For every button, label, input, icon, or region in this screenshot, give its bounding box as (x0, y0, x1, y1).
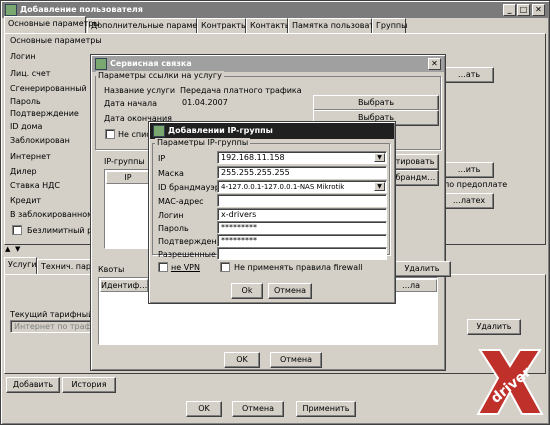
add-button[interactable]: Добавить (6, 377, 60, 393)
label-generated-password: Сгенерированный пароль (10, 84, 92, 93)
mac-field[interactable] (217, 194, 387, 207)
ip-field[interactable]: 192.168.11.158 ▼ (217, 151, 387, 164)
service-cancel-button[interactable]: Отмена (270, 352, 322, 368)
start-date-field[interactable]: 01.04.2007 (178, 96, 312, 109)
login-label: Логин (158, 211, 184, 220)
main-ok-button[interactable]: OK (186, 401, 222, 417)
driver-watermark: driver (472, 342, 548, 422)
tariff-delete-button[interactable]: Удалить (467, 319, 521, 335)
mask-field[interactable]: 255.255.255.255 (217, 166, 387, 179)
tab-extra-params[interactable]: Дополнительные параметры (87, 18, 213, 33)
main-right-button-3[interactable]: …латех (444, 193, 494, 209)
service-group-title: Параметры ссылки на услугу (96, 71, 224, 80)
fw-dropdown-arrow-icon[interactable]: ▼ (374, 182, 385, 191)
history-button[interactable]: История (62, 377, 116, 393)
cid-field[interactable] (217, 247, 387, 260)
mac-label: MAC-адрес (158, 197, 204, 206)
ip-groups-label: IP-группы (104, 157, 145, 166)
label-unlimited: Безлимитный режим (27, 226, 93, 235)
fw-id-value: 4-127.0.0.1-127.0.0.1-NAS Mikrotik (221, 183, 345, 191)
no-fw-rules-checkbox[interactable] (220, 262, 230, 272)
fw-id-field[interactable]: 4-127.0.0.1-127.0.0.1-NAS Mikrotik ▼ (217, 180, 387, 193)
quota-delete-button[interactable]: Удалить (393, 261, 451, 277)
service-titlebar: Сервисная связка ✕ (92, 56, 444, 72)
label-prepayment: по предоплате (444, 180, 508, 189)
tariff-field[interactable]: Интернет по трафику (10, 320, 96, 333)
service-close-button[interactable]: ✕ (428, 58, 441, 70)
main-right-button-2[interactable]: …ить (444, 162, 494, 178)
password-field[interactable]: ********* (217, 221, 387, 234)
quota-id-column-header[interactable]: Идентиф… (100, 279, 148, 292)
tab-user-memo[interactable]: Памятка пользователя (288, 18, 389, 33)
ip-value: 192.168.11.158 (221, 153, 285, 162)
label-login: Логин (10, 52, 36, 61)
no-fw-rules-label: Не применять правила firewall (234, 263, 363, 272)
label-internet: Интернет (10, 152, 51, 161)
label-password: Пароль (10, 97, 41, 106)
not-vpn-checkbox[interactable] (158, 262, 168, 272)
ip-column-header[interactable]: IP (106, 171, 150, 184)
mask-label: Маска (158, 169, 184, 178)
label-current-tariff: Текущий тарифный план (10, 310, 96, 319)
confirm-field[interactable]: ********* (217, 234, 387, 247)
maximize-button[interactable]: □ (517, 4, 530, 16)
splitter-up-arrow-icon[interactable]: ▲ (5, 245, 10, 253)
main-tabstrip: Основные параметры Дополнительные параме… (4, 16, 544, 34)
service-title: Сервисная связка (110, 59, 192, 68)
main-cancel-button[interactable]: Отмена (232, 401, 284, 417)
ipgroup-cancel-button[interactable]: Отмена (268, 283, 312, 299)
start-date-label: Дата начала (104, 99, 158, 108)
ipgroup-group-title: Параметры IP-группы (155, 138, 251, 147)
minimize-button[interactable]: _ (503, 4, 516, 16)
label-vat: Ставка НДС (10, 181, 60, 190)
ipgroup-title: Добавлении IP-группы (168, 126, 273, 135)
app-icon (5, 4, 17, 16)
fw-id-label: ID брандмауэра (158, 183, 225, 192)
unlimited-checkbox[interactable] (12, 225, 22, 235)
tab-tech-params[interactable]: Технич. параметры (37, 259, 97, 274)
ipgroup-titlebar: Добавлении IP-группы (150, 123, 394, 139)
main-right-button-1[interactable]: …ать (444, 67, 494, 83)
tab-main-params[interactable]: Основные параметры (4, 16, 100, 33)
label-house-id: ID дома (10, 122, 43, 131)
tab-groups[interactable]: Группы (372, 18, 407, 33)
label-dealer: Дилер (10, 167, 37, 176)
main-apply-button[interactable]: Применить (296, 401, 356, 417)
service-ok-button[interactable]: OK (224, 352, 260, 368)
login-field[interactable]: x-drivers (217, 208, 387, 221)
ip-dropdown-arrow-icon[interactable]: ▼ (374, 153, 385, 162)
no-list-checkbox[interactable] (105, 129, 115, 139)
tab-services[interactable]: Услуги (4, 257, 37, 274)
start-select-button[interactable]: Выбрать (313, 95, 439, 111)
service-name-value: Передача платного трафика (180, 86, 302, 95)
quotas-label: Квоты (98, 265, 125, 274)
password-label: Пароль (158, 224, 189, 233)
close-button[interactable]: ✕ (532, 4, 545, 16)
tab-contracts[interactable]: Контракты (197, 18, 247, 33)
ipgroup-ok-button[interactable]: Ok (231, 283, 263, 299)
tab-contacts[interactable]: Контакты (246, 18, 291, 33)
label-blocked-state: В заблокированном состоянии (10, 210, 92, 219)
label-confirm: Подтверждение (10, 109, 79, 118)
service-icon (95, 58, 107, 70)
service-name-label: Название услуги (104, 86, 176, 95)
label-account: Лиц. счет (10, 69, 51, 78)
main-title: Добавление пользователя (20, 5, 143, 14)
label-blocked: Заблокирован (10, 136, 70, 145)
watermark-x-logo-icon: driver (476, 349, 544, 415)
splitter-down-arrow-icon[interactable]: ▼ (15, 245, 20, 253)
main-group-title: Основные параметры (10, 36, 102, 45)
not-vpn-label: не VPN (171, 263, 200, 272)
ip-label: IP (158, 154, 166, 163)
ipgroup-icon (153, 125, 165, 137)
label-credit: Кредит (10, 196, 42, 205)
